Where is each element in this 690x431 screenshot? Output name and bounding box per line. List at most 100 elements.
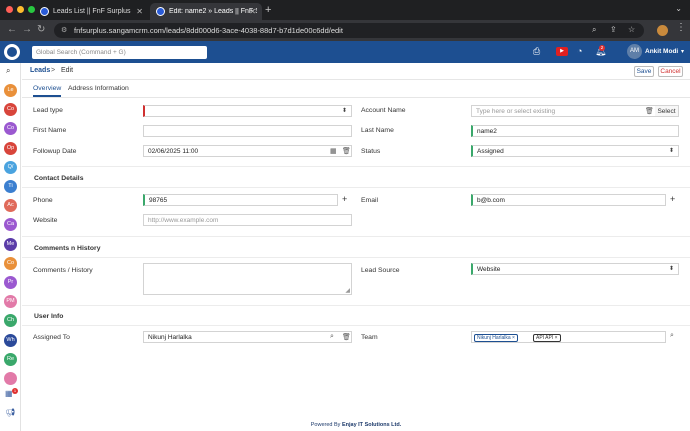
module-ti-item[interactable]: Ti	[4, 180, 17, 193]
comments-history-heading: Comments n History	[34, 245, 101, 252]
followup-date-input[interactable]: 02/06/2025 11:00 ▦ 🗑︎	[143, 145, 352, 157]
url-field[interactable]: ⚙ fnfsurplus.sangamcrm.com/leads/8dd000d…	[54, 23, 644, 38]
footer: Powered By Enjay IT Solutions Ltd.	[22, 422, 690, 428]
breadcrumb: Leads > Edit Save Cancel	[22, 63, 690, 80]
module-ca-item[interactable]: Ca	[4, 218, 17, 232]
followup-date-label: Followup Date	[33, 148, 77, 155]
add-email-icon[interactable]: +	[670, 194, 675, 204]
save-button[interactable]: Save	[634, 66, 654, 77]
minimize-window-button[interactable]	[17, 6, 24, 13]
tab-search-chevron-icon[interactable]: ⌄	[675, 4, 682, 13]
module-search-icon[interactable]: ⌕	[6, 66, 10, 76]
zoom-icon[interactable]: ⌕	[592, 25, 596, 35]
announcement-megaphone-icon[interactable]: 📢︎	[5, 408, 15, 417]
global-search-input[interactable]: Global Search (Command + G)	[32, 46, 207, 59]
team-tag[interactable]: API API ×	[533, 334, 561, 342]
user-menu-chevron-icon[interactable]: ▾	[681, 48, 684, 55]
module-me-item[interactable]: Me	[4, 237, 17, 251]
trash-icon[interactable]: 🗑︎	[645, 107, 654, 115]
calendar-icon[interactable]: ▦	[330, 147, 337, 155]
document-search-icon[interactable]: ⎙	[533, 46, 540, 57]
close-window-button[interactable]	[6, 6, 13, 13]
trash-icon[interactable]: 🗑︎	[342, 147, 351, 155]
module-more-item[interactable]	[4, 372, 17, 385]
browser-profile-avatar[interactable]	[657, 25, 668, 36]
footer-company-link[interactable]: Enjay IT Solutions Ltd.	[342, 422, 401, 428]
back-icon[interactable]: ←	[7, 24, 17, 35]
pie-chart-icon[interactable]: ◔	[577, 46, 582, 56]
remove-tag-icon[interactable]: ×	[512, 335, 515, 341]
module-q-item[interactable]: Q/	[4, 160, 17, 174]
bookmark-star-icon[interactable]: ☆	[628, 25, 635, 34]
search-icon[interactable]: ⌕	[330, 333, 334, 341]
lead-type-select[interactable]: ⬍	[143, 105, 352, 117]
browser-menu-icon[interactable]: ⋮	[676, 22, 686, 33]
module-re-item[interactable]: Re	[4, 352, 17, 366]
browser-tab-edit-lead[interactable]: Edit: name2 » Leads || FnF Su ✕	[150, 3, 262, 20]
lead-source-label: Lead Source	[361, 267, 400, 274]
team-tag[interactable]: Nikunj Harlalka ×	[474, 334, 518, 342]
website-input[interactable]: http://www.example.com	[143, 214, 352, 226]
reload-icon[interactable]: ↻	[37, 24, 45, 35]
first-name-input[interactable]	[143, 125, 352, 137]
footer-prefix: Powered By	[310, 422, 341, 428]
sangam-logo[interactable]	[4, 44, 20, 60]
module-co-item[interactable]: Co	[4, 103, 17, 117]
module-pr-item[interactable]: Pr	[4, 276, 17, 289]
user-name[interactable]: Ankit Modi	[645, 48, 678, 55]
close-tab-icon[interactable]: ✕	[136, 7, 143, 16]
comments-history-label: Comments / History	[33, 267, 93, 274]
module-ac-item[interactable]: Ac	[4, 199, 17, 213]
last-name-value: name2	[477, 127, 497, 135]
divider	[22, 236, 690, 237]
module-co-item[interactable]: Co	[4, 256, 17, 270]
breadcrumb-leads-link[interactable]: Leads	[30, 67, 50, 74]
account-name-input[interactable]: Type here or select existing 🗑︎	[471, 105, 656, 117]
account-name-placeholder: Type here or select existing	[476, 107, 556, 115]
search-icon[interactable]: ⌕	[670, 332, 674, 340]
email-input[interactable]: b@b.com	[471, 194, 666, 206]
module-op-item[interactable]: Op	[4, 141, 17, 155]
phone-input[interactable]: 98765	[143, 194, 338, 206]
notification-count-badge: 2	[599, 45, 605, 51]
tab-address-information[interactable]: Address Information	[68, 85, 129, 92]
tab-title: Leads List || FnF Surplus	[53, 8, 131, 15]
module-sidebar: ⌕ Le Co Co Op Q/Ti Ac Ca Me Co Pr PM Ch Wh Re ▦ 1 📢︎	[0, 63, 21, 431]
module-ch-item[interactable]: Ch	[4, 314, 17, 328]
status-value: Assigned	[477, 147, 504, 155]
close-tab-icon[interactable]: ✕	[249, 7, 256, 16]
module-le-item[interactable]: Le	[4, 84, 17, 97]
trash-icon[interactable]: 🗑︎	[342, 333, 351, 341]
email-label: Email	[361, 197, 378, 204]
youtube-icon[interactable]: ▶	[556, 47, 568, 56]
module-co-item[interactable]: Co	[4, 122, 17, 136]
add-phone-icon[interactable]: +	[342, 194, 347, 204]
module-pm-item[interactable]: PM	[4, 295, 17, 309]
new-tab-icon[interactable]: +	[265, 4, 271, 16]
last-name-input[interactable]: name2	[471, 125, 679, 137]
chevron-down-icon: ⬍	[341, 108, 347, 114]
comments-history-textarea[interactable]: ◢	[143, 263, 352, 295]
lead-source-select[interactable]: Website ⬍	[471, 263, 679, 275]
user-avatar[interactable]: AM	[627, 44, 642, 59]
browser-tab-leads-list[interactable]: Leads List || FnF Surplus ✕	[34, 3, 149, 20]
first-name-label: First Name	[33, 127, 67, 134]
resize-handle-icon[interactable]: ◢	[345, 287, 350, 294]
followup-date-value: 02/06/2025 11:00	[148, 147, 199, 155]
window-controls	[6, 6, 35, 13]
calendar-badge: 1	[12, 388, 18, 394]
team-label: Team	[361, 334, 378, 341]
team-tag-label: API API	[536, 335, 554, 341]
website-placeholder: http://www.example.com	[148, 216, 219, 224]
share-icon[interactable]: ⇪	[610, 25, 617, 34]
account-select-button[interactable]: Select	[655, 105, 679, 117]
module-wh-item[interactable]: Wh	[4, 333, 17, 347]
cancel-button[interactable]: Cancel	[658, 66, 683, 77]
forward-icon[interactable]: →	[22, 24, 32, 35]
divider	[22, 257, 690, 258]
tab-overview[interactable]: Overview	[33, 85, 62, 97]
remove-tag-icon[interactable]: ×	[555, 335, 558, 341]
site-info-icon[interactable]: ⚙	[61, 26, 67, 34]
assigned-to-input[interactable]: Nikunj Harlalka ⌕ 🗑︎	[143, 331, 352, 343]
status-select[interactable]: Assigned ⬍	[471, 145, 679, 157]
